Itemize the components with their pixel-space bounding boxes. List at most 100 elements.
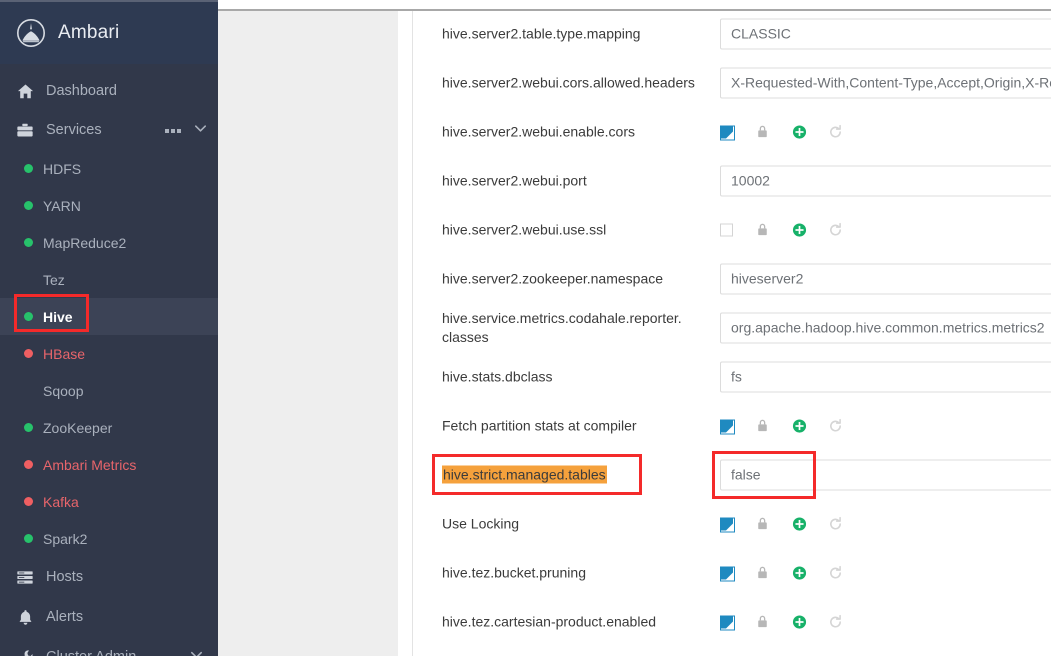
config-toggle-group xyxy=(720,565,864,581)
config-row: hive.strict.managed.tables false xyxy=(413,450,1051,499)
plus-circle-icon[interactable] xyxy=(792,565,828,580)
sidebar-service-label: HDFS xyxy=(43,160,82,177)
checkbox-icon[interactable] xyxy=(720,566,756,581)
config-text-input[interactable]: fs xyxy=(720,361,1051,392)
config-row: Fetch partition stats at compiler xyxy=(413,401,1051,450)
config-properties-list: hive.server2.table.type.mapping CLASSIC hi… xyxy=(413,11,1051,656)
checkbox-icon[interactable] xyxy=(720,517,756,532)
sidebar-bottom-label: Alerts xyxy=(46,608,84,625)
checkbox-icon[interactable] xyxy=(720,419,756,434)
sidebar-item-hosts[interactable]: Hosts xyxy=(0,557,218,597)
sidebar-item-yarn[interactable]: YARN xyxy=(0,187,218,224)
config-label: Fetch partition stats at compiler xyxy=(442,417,637,433)
config-row: hive.tez.bucket.pruning xyxy=(413,548,1051,597)
briefcase-icon xyxy=(14,121,36,141)
config-row: Use Locking xyxy=(413,499,1051,548)
config-text-input[interactable]: CLASSIC xyxy=(720,18,1051,49)
brand-header[interactable]: Ambari xyxy=(0,0,218,64)
server-stack-icon xyxy=(14,567,36,587)
sidebar-item-ambari-metrics[interactable]: Ambari Metrics xyxy=(0,446,218,483)
checkbox-icon[interactable] xyxy=(720,615,756,630)
sidebar-item-sqoop[interactable]: Sqoop xyxy=(0,372,218,409)
ambari-logo-icon xyxy=(16,18,46,48)
chevron-down-icon[interactable] xyxy=(193,121,208,140)
config-label: Use Locking xyxy=(442,515,520,531)
chevron-down-icon[interactable] xyxy=(189,648,204,656)
sidebar-item-cluster-admin[interactable]: Cluster Admin xyxy=(0,637,218,656)
config-label: hive.service.metrics.codahale.reporter. … xyxy=(442,309,682,345)
config-text-input[interactable]: 10002 xyxy=(720,165,1051,196)
sidebar-item-spark2[interactable]: Spark2 xyxy=(0,520,218,557)
config-text-input[interactable]: X-Requested-With,Content-Type,Accept,Ori… xyxy=(720,67,1051,98)
refresh-icon[interactable] xyxy=(828,222,864,237)
lock-icon[interactable] xyxy=(756,223,792,237)
status-dot-green xyxy=(24,312,33,321)
config-row: hive.server2.webui.enable.cors xyxy=(413,107,1051,156)
checkbox-icon[interactable] xyxy=(720,223,756,236)
config-row: hive.server2.webui.port 10002 xyxy=(413,156,1051,205)
sidebar-service-list: HDFS YARN MapReduce2 Tez Hive HBase Sqoop ZooKe… xyxy=(0,150,218,557)
status-dot-red xyxy=(24,349,33,358)
refresh-icon[interactable] xyxy=(828,124,864,139)
status-dot-red xyxy=(24,460,33,469)
sidebar-service-label: Tez xyxy=(43,271,65,288)
sidebar-item-services[interactable]: Services xyxy=(0,111,218,150)
refresh-icon[interactable] xyxy=(828,418,864,433)
config-label: hive.tez.cartesian-product.enabled xyxy=(442,613,657,629)
config-toggle-group xyxy=(720,614,864,630)
config-value xyxy=(720,418,864,434)
config-label: hive.server2.table.type.mapping xyxy=(442,25,641,41)
config-value: false xyxy=(720,459,1051,490)
config-row: hive.server2.zookeeper.namespace hiveserv… xyxy=(413,254,1051,303)
config-label: hive.strict.managed.tables xyxy=(442,465,712,484)
config-row: hive.tez.cartesian-product.enabled xyxy=(413,597,1051,646)
config-row: hive.stats.dbclass fs xyxy=(413,352,1051,401)
sidebar-bottom-label: Hosts xyxy=(46,568,84,585)
config-label: hive.server2.webui.use.ssl xyxy=(442,221,607,237)
sidebar-item-kafka[interactable]: Kafka xyxy=(0,483,218,520)
lock-icon[interactable] xyxy=(756,419,792,433)
lock-icon[interactable] xyxy=(756,125,792,139)
config-text-input[interactable]: hiveserver2 xyxy=(720,263,1051,294)
bell-icon xyxy=(14,607,36,627)
left-gutter-panel xyxy=(218,11,398,656)
config-label-highlight: hive.strict.managed.tables xyxy=(442,465,607,483)
config-text-input[interactable]: org.apache.hadoop.hive.common.metrics.me… xyxy=(720,312,1051,343)
config-value: org.apache.hadoop.hive.common.metrics.me… xyxy=(720,312,1051,343)
refresh-icon[interactable] xyxy=(828,516,864,531)
sidebar-item-alerts[interactable]: Alerts xyxy=(0,597,218,637)
sidebar-item-mapreduce2[interactable]: MapReduce2 xyxy=(0,224,218,261)
sidebar-service-label: Kafka xyxy=(43,493,79,510)
sidebar-service-label: Sqoop xyxy=(43,382,84,399)
refresh-icon[interactable] xyxy=(828,565,864,580)
lock-icon[interactable] xyxy=(756,566,792,580)
sidebar-item-tez[interactable]: Tez xyxy=(0,261,218,298)
lock-icon[interactable] xyxy=(756,517,792,531)
sidebar-item-hbase[interactable]: HBase xyxy=(0,335,218,372)
sidebar-item-hive[interactable]: Hive xyxy=(0,298,218,335)
plus-circle-icon[interactable] xyxy=(792,222,828,237)
refresh-icon[interactable] xyxy=(828,614,864,629)
plus-circle-icon[interactable] xyxy=(792,516,828,531)
checkbox-icon[interactable] xyxy=(720,125,756,140)
lock-icon[interactable] xyxy=(756,615,792,629)
sidebar-item-zookeeper[interactable]: ZooKeeper xyxy=(0,409,218,446)
config-value xyxy=(720,222,864,237)
plus-circle-icon[interactable] xyxy=(792,124,828,139)
ambari-config-screen: Ambari Dashboard Services HDFS YARN MapR… xyxy=(0,0,1051,656)
sidebar-service-label: Spark2 xyxy=(43,530,88,547)
sidebar-item-services-label: Services xyxy=(46,122,102,139)
sidebar-service-label: ZooKeeper xyxy=(43,419,113,436)
config-value: X-Requested-With,Content-Type,Accept,Ori… xyxy=(720,67,1051,98)
sidebar-service-label: YARN xyxy=(43,197,81,214)
config-label: hive.server2.webui.port xyxy=(442,172,587,188)
config-label: hive.server2.zookeeper.namespace xyxy=(442,270,664,286)
wrench-icon xyxy=(14,647,36,656)
sidebar-service-label: MapReduce2 xyxy=(43,234,127,251)
plus-circle-icon[interactable] xyxy=(792,614,828,629)
config-text-input[interactable]: false xyxy=(720,459,1051,490)
plus-circle-icon[interactable] xyxy=(792,418,828,433)
sidebar-item-dashboard[interactable]: Dashboard xyxy=(0,72,218,111)
sidebar-item-hdfs[interactable]: HDFS xyxy=(0,150,218,187)
ellipsis-icon[interactable] xyxy=(165,128,181,133)
